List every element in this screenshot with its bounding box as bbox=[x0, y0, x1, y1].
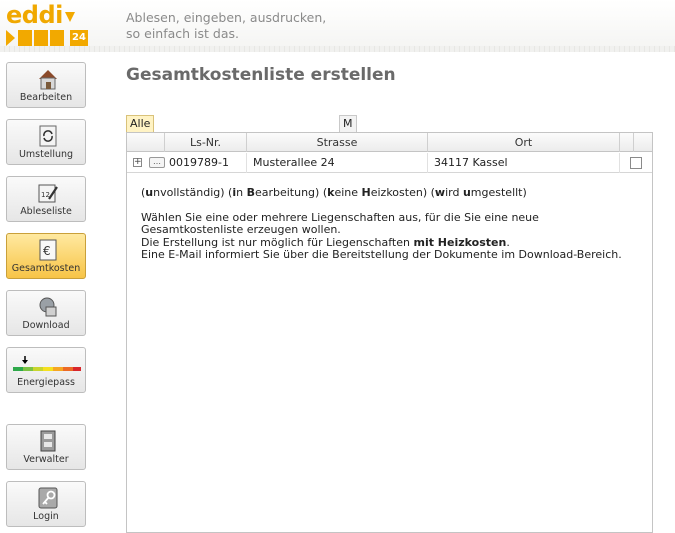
page-title: Gesamtkostenliste erstellen bbox=[126, 65, 396, 85]
tagline-line2: so einfach ist das. bbox=[126, 26, 239, 41]
table-row[interactable]: + … 0019789-1 Musterallee 24 34117 Kasse… bbox=[127, 153, 652, 173]
row-select-checkbox[interactable] bbox=[630, 157, 642, 169]
status-legend: (unvollständig) (in Bearbeitung) (keine … bbox=[141, 186, 527, 199]
house-icon bbox=[39, 70, 57, 90]
refresh-icon bbox=[39, 125, 57, 147]
sidebar-item-label: Umstellung bbox=[18, 149, 74, 160]
sidebar-item-label: Login bbox=[33, 511, 59, 522]
logo-segment bbox=[18, 30, 32, 46]
sidebar-item-umstellung[interactable]: Umstellung bbox=[6, 119, 86, 165]
sidebar-item-bearbeiten[interactable]: Bearbeiten bbox=[6, 62, 86, 108]
column-header-select bbox=[620, 133, 634, 152]
logo-number: 24 bbox=[70, 30, 88, 46]
tagline: Ablesen, eingeben, ausdrucken, so einfac… bbox=[126, 10, 326, 42]
column-header-strasse[interactable]: Strasse bbox=[247, 133, 428, 152]
sidebar: Bearbeiten Umstellung 12 Ableseliste € G… bbox=[0, 52, 96, 533]
filter-tab-all[interactable]: Alle bbox=[126, 115, 155, 132]
tagline-line1: Ablesen, eingeben, ausdrucken, bbox=[126, 10, 327, 25]
column-header-ort[interactable]: Ort bbox=[428, 133, 620, 152]
logo-text: eddi bbox=[6, 1, 63, 29]
sidebar-item-download[interactable]: Download bbox=[6, 290, 86, 336]
info-line: Eine E-Mail informiert Sie über die Bere… bbox=[141, 248, 622, 261]
cell-strasse: Musterallee 24 bbox=[247, 153, 428, 173]
sidebar-item-gesamtkosten[interactable]: € Gesamtkosten bbox=[6, 233, 86, 279]
sidebar-item-label: Download bbox=[22, 320, 70, 331]
logo-arrow-icon bbox=[6, 30, 15, 46]
filter-tab-m[interactable]: M bbox=[339, 115, 357, 132]
key-icon bbox=[38, 487, 58, 509]
logo-segment bbox=[50, 30, 64, 46]
logo-drop-icon bbox=[65, 12, 75, 22]
property-grid: Ls-Nr. Strasse Ort + … 0019789-1 Mustera… bbox=[126, 132, 653, 533]
sidebar-item-energiepass[interactable]: Energiepass bbox=[6, 347, 86, 393]
header: eddi 24 Ablesen, eingeben, ausdrucken, s… bbox=[0, 0, 675, 52]
sidebar-item-label: Energiepass bbox=[17, 377, 75, 388]
info-text: (unvollständig) (in Bearbeitung) (keine … bbox=[141, 186, 646, 262]
eddi24-logo[interactable]: eddi 24 bbox=[4, 1, 88, 46]
sidebar-item-label: Ableseliste bbox=[20, 206, 72, 217]
sidebar-item-label: Gesamtkosten bbox=[11, 263, 81, 274]
download-icon bbox=[39, 297, 57, 317]
cell-ls-nr: 0019789-1 bbox=[167, 153, 247, 173]
sidebar-item-ableseliste[interactable]: 12 Ableseliste bbox=[6, 176, 86, 222]
sidebar-item-verwalter[interactable]: Verwalter bbox=[6, 424, 86, 470]
more-icon[interactable]: … bbox=[149, 157, 165, 168]
column-header-tools bbox=[127, 133, 165, 152]
grid-header: Ls-Nr. Strasse Ort bbox=[127, 133, 652, 152]
sidebar-item-login[interactable]: Login bbox=[6, 481, 86, 527]
column-header-ls-nr[interactable]: Ls-Nr. bbox=[165, 133, 247, 152]
svg-text:€: € bbox=[43, 244, 51, 258]
cabinet-icon bbox=[40, 430, 56, 452]
expand-icon[interactable]: + bbox=[133, 158, 142, 167]
energy-scale-icon bbox=[13, 356, 81, 371]
euro-icon: € bbox=[39, 239, 57, 261]
sidebar-item-label: Verwalter bbox=[23, 454, 69, 465]
logo-segment bbox=[34, 30, 48, 46]
sidebar-item-label: Bearbeiten bbox=[19, 92, 73, 103]
cell-ort: 34117 Kassel bbox=[428, 153, 620, 173]
calendar-pen-icon: 12 bbox=[38, 184, 58, 203]
